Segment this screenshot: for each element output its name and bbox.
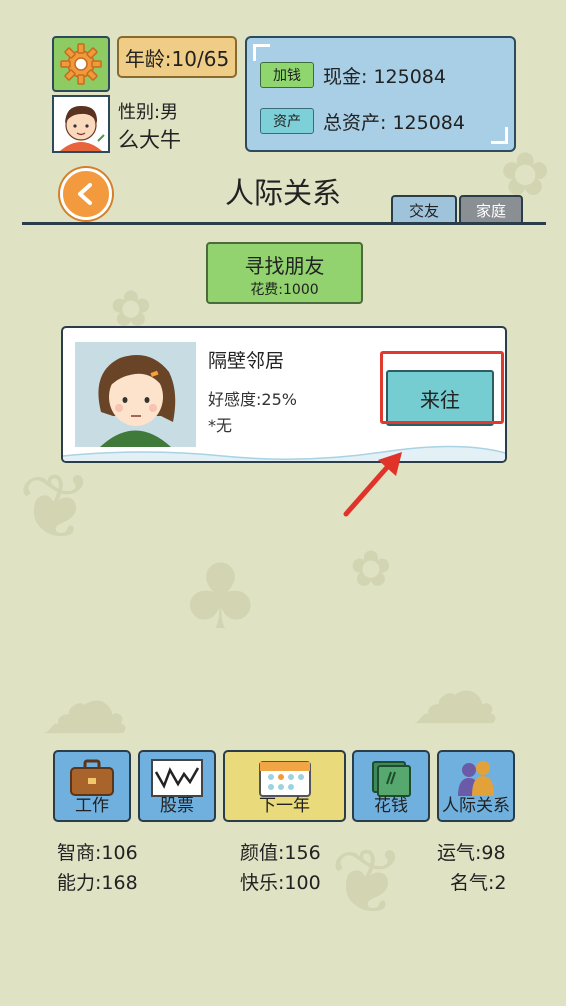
friend-note: *无	[208, 416, 233, 435]
age-badge: 年龄:10/65	[117, 36, 237, 78]
cash-label: 现金: 125084	[323, 66, 446, 88]
nav-label: 工作	[75, 796, 109, 816]
money-panel: 加钱 现金: 125084 资产 总资产: 125084	[245, 36, 516, 152]
nav-label: 花钱	[374, 796, 408, 816]
panel-corner-decoration	[491, 127, 508, 144]
tab-make-friends[interactable]: 交友	[391, 195, 457, 223]
nav-label: 股票	[160, 796, 194, 816]
background-flower-decoration: ✿	[350, 540, 392, 598]
gender-label: 性别:男	[118, 102, 179, 123]
find-friend-label: 寻找朋友	[244, 254, 325, 278]
find-friend-cost: 花费:1000	[250, 282, 319, 298]
girl-portrait-icon	[75, 342, 196, 447]
pointer-arrow-icon	[343, 452, 402, 517]
boy-avatar-icon	[54, 97, 108, 151]
stat-luck: 运气:98	[437, 842, 506, 864]
nav-stocks-button[interactable]: 股票	[138, 750, 216, 822]
assets-button[interactable]: 资产	[260, 108, 314, 134]
tab-label: 交友	[408, 201, 439, 220]
nav-next-year-button[interactable]: 下一年	[223, 750, 346, 822]
friend-affinity: 好感度:25%	[208, 390, 297, 409]
tab-label: 家庭	[475, 201, 506, 220]
tab-family[interactable]: 家庭	[459, 195, 523, 223]
nav-relationships-button[interactable]: 人际关系	[437, 750, 515, 822]
background-cactus-decoration: ♣	[180, 545, 261, 650]
stat-happiness: 快乐:100	[240, 872, 321, 894]
background-cloud-decoration: ☁	[40, 650, 130, 755]
background-cloud-decoration: ☁	[410, 640, 500, 745]
neighbor-portrait	[75, 342, 196, 447]
find-friend-button[interactable]: 寻找朋友 花费:1000	[206, 242, 363, 304]
nav-label: 下一年	[259, 796, 310, 816]
nav-spend-button[interactable]: 花钱	[352, 750, 430, 822]
nav-work-button[interactable]: 工作	[53, 750, 131, 822]
add-cash-button[interactable]: 加钱	[260, 62, 314, 88]
friend-name: 隔壁邻居	[208, 350, 285, 372]
background-plant-decoration: ❦	[330, 830, 406, 935]
player-avatar[interactable]	[52, 95, 110, 153]
highlight-box	[380, 351, 504, 424]
stat-looks: 颜值:156	[240, 842, 321, 864]
assets-button-label: 资产	[273, 114, 301, 130]
title-divider	[22, 222, 546, 225]
panel-corner-decoration	[253, 44, 270, 61]
total-assets-label: 总资产: 125084	[323, 112, 465, 134]
stat-ability: 能力:168	[57, 872, 138, 894]
player-name: 么大牛	[118, 128, 181, 152]
nav-label: 人际关系	[442, 796, 510, 816]
add-cash-label: 加钱	[273, 68, 301, 84]
settings-button[interactable]	[52, 36, 110, 92]
stat-fame: 名气:2	[450, 872, 507, 894]
gear-icon	[60, 43, 102, 85]
background-plant-decoration: ❦	[18, 455, 94, 560]
age-label: 年龄:10/65	[124, 46, 230, 71]
snow-ground-decoration	[63, 445, 505, 461]
stat-iq: 智商:106	[57, 842, 138, 864]
